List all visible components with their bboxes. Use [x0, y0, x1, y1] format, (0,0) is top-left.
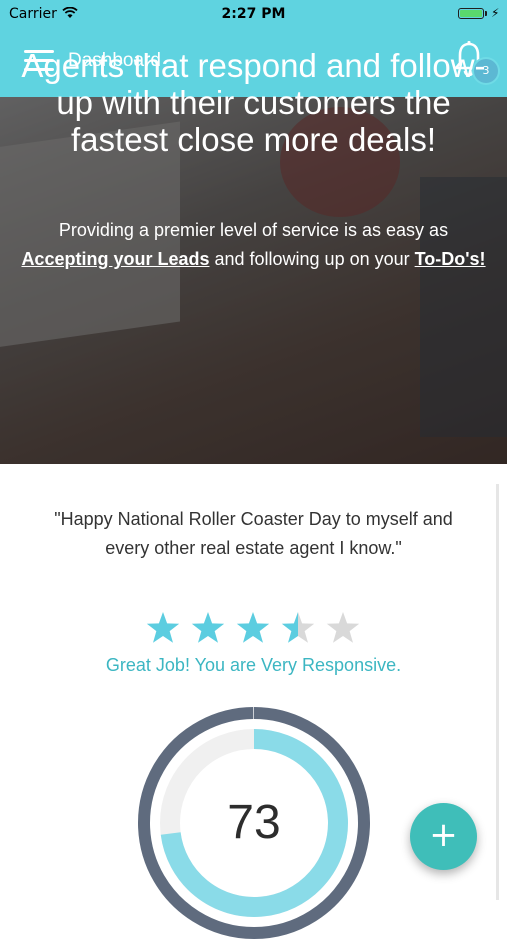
- battery-icon: [458, 8, 484, 19]
- hero-headline: Agents that respond and follow-up with t…: [21, 47, 486, 158]
- todos-link[interactable]: To-Do's!: [415, 249, 486, 269]
- add-button[interactable]: +: [410, 803, 477, 870]
- charging-icon: ⚡: [491, 6, 500, 20]
- battery-nub: [485, 11, 487, 16]
- daily-quote: "Happy National Roller Coaster Day to my…: [54, 509, 453, 558]
- rating-message: Great Job! You are Very Responsive.: [105, 655, 402, 675]
- star-icon: [191, 612, 225, 643]
- plus-icon: +: [429, 815, 458, 855]
- star-icon: [236, 612, 270, 643]
- hero-body-middle: and following up on your: [209, 249, 415, 269]
- star-icon: [281, 612, 315, 643]
- clock: 2:27 PM: [221, 6, 286, 22]
- scrollbar[interactable]: [496, 484, 499, 900]
- star-rating: [146, 611, 366, 647]
- star-icon: [146, 612, 180, 643]
- star-icon: [326, 612, 360, 643]
- hero-body-prefix: Providing a premier level of service is …: [58, 220, 449, 240]
- hero-description: Providing a premier level of service is …: [15, 216, 492, 274]
- response-score-value: 73: [227, 796, 281, 849]
- status-bar: Carrier 2:27 PM ⚡: [0, 0, 507, 28]
- accepting-leads-link[interactable]: Accepting your Leads: [21, 249, 209, 269]
